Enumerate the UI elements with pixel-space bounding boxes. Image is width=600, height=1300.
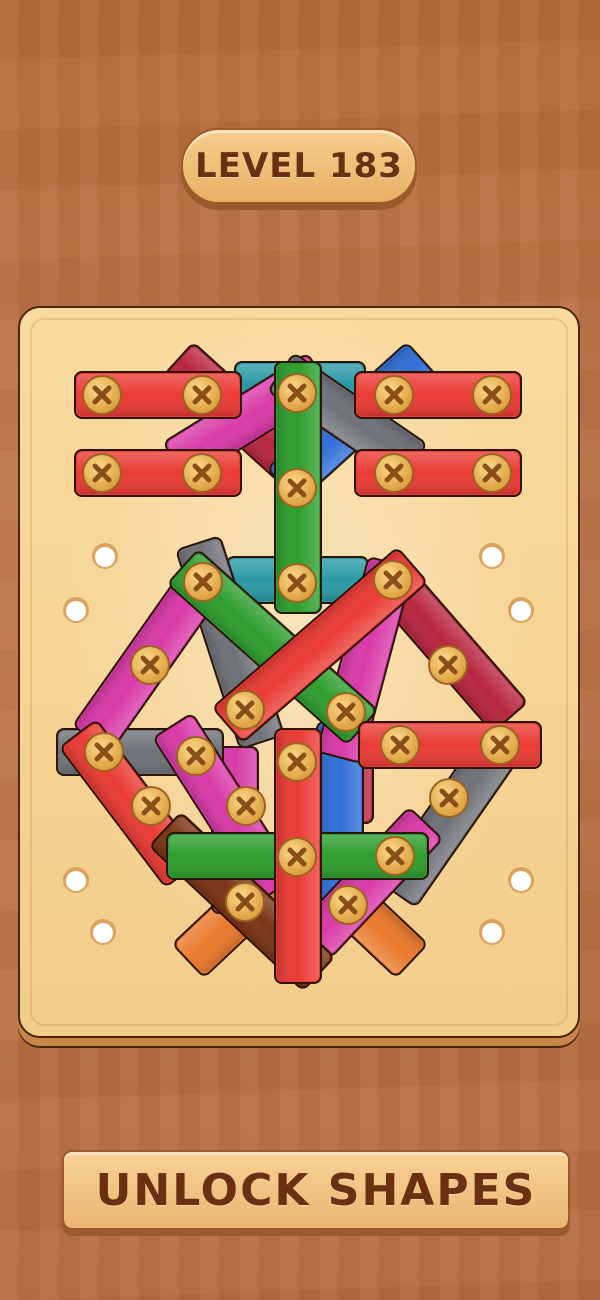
empty-hole-center bbox=[93, 923, 113, 943]
red-plank[interactable] bbox=[358, 721, 542, 769]
screw-icon[interactable] bbox=[130, 645, 170, 685]
empty-hole-center bbox=[66, 871, 86, 891]
screw-icon[interactable] bbox=[82, 453, 122, 493]
screw-icon[interactable] bbox=[182, 375, 222, 415]
empty-hole-center bbox=[95, 547, 115, 567]
red-plank[interactable] bbox=[74, 371, 242, 419]
red-plank[interactable] bbox=[354, 449, 522, 497]
screw-icon[interactable] bbox=[82, 375, 122, 415]
puzzle-area bbox=[56, 344, 542, 989]
green-plank[interactable] bbox=[274, 361, 322, 614]
screw-icon[interactable] bbox=[131, 786, 171, 826]
screw-icon[interactable] bbox=[374, 453, 414, 493]
red-plank[interactable] bbox=[354, 371, 522, 419]
screw-icon[interactable] bbox=[225, 690, 265, 730]
screw-icon[interactable] bbox=[472, 453, 512, 493]
screw-icon[interactable] bbox=[375, 836, 415, 876]
screw-icon[interactable] bbox=[226, 786, 266, 826]
unlock-shapes-label: UNLOCK SHAPES bbox=[95, 1164, 537, 1216]
screw-icon[interactable] bbox=[277, 468, 317, 508]
screw-icon[interactable] bbox=[480, 725, 520, 765]
red-plank[interactable] bbox=[74, 449, 242, 497]
empty-hole-center bbox=[482, 923, 502, 943]
screw-icon[interactable] bbox=[277, 837, 317, 877]
red-plank[interactable] bbox=[274, 728, 322, 984]
screw-icon[interactable] bbox=[176, 736, 216, 776]
screw-icon[interactable] bbox=[428, 645, 468, 685]
screw-icon[interactable] bbox=[225, 882, 265, 922]
planks bbox=[56, 344, 542, 989]
screw-icon[interactable] bbox=[277, 742, 317, 782]
empty-hole-center bbox=[511, 601, 531, 621]
empty-hole-center bbox=[511, 871, 531, 891]
screw-icon[interactable] bbox=[183, 562, 223, 602]
screw-icon[interactable] bbox=[84, 732, 124, 772]
screw-icon[interactable] bbox=[182, 453, 222, 493]
screw-icon[interactable] bbox=[472, 375, 512, 415]
screw-icon[interactable] bbox=[328, 885, 368, 925]
empty-hole-center bbox=[482, 547, 502, 567]
screw-icon[interactable] bbox=[277, 563, 317, 603]
screw-icon[interactable] bbox=[380, 725, 420, 765]
screw-icon[interactable] bbox=[277, 373, 317, 413]
empty-hole-center bbox=[66, 601, 86, 621]
screw-icon[interactable] bbox=[373, 560, 413, 600]
screw-icon[interactable] bbox=[374, 375, 414, 415]
unlock-shapes-button[interactable]: UNLOCK SHAPES bbox=[62, 1150, 570, 1230]
screw-icon[interactable] bbox=[429, 778, 469, 818]
